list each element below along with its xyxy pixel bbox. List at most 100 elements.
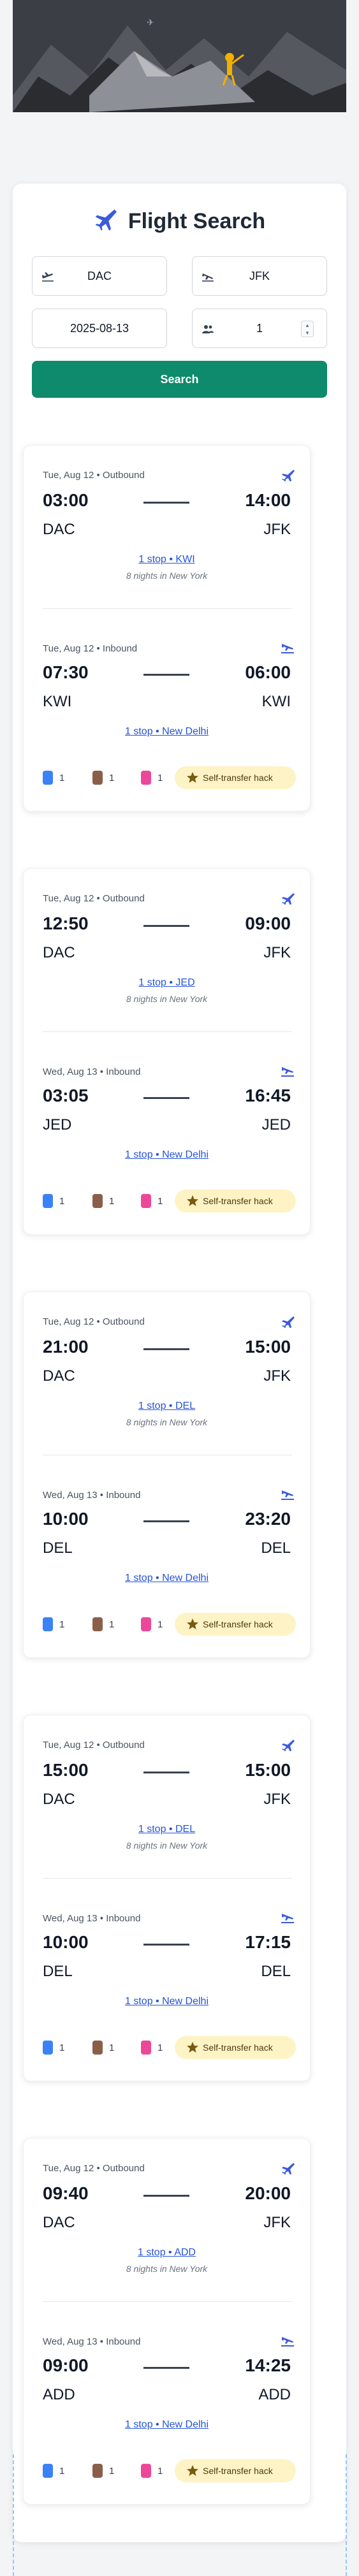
passengers-field[interactable]: 1 ▲ ▼ [192, 309, 327, 348]
takeoff-icon [281, 1738, 295, 1752]
bag-count: 1 [158, 1619, 163, 1630]
search-button[interactable]: Search [32, 361, 327, 398]
inbound-stops-link[interactable]: 1 stop • New Delhi [24, 1149, 310, 1161]
bag-count: 1 [109, 2466, 115, 2477]
checked-bag-icon [141, 1194, 151, 1208]
result-card[interactable]: Tue, Aug 12 • Outbound 09:40 20:00 DAC JFK 1 … [23, 2138, 311, 2505]
bag-count: 1 [109, 2042, 115, 2053]
result-card[interactable]: Tue, Aug 12 • Outbound 12:50 09:00 DAC JFK 1 … [23, 868, 311, 1235]
bag-count: 1 [158, 2466, 163, 2477]
self-transfer-label: Self-transfer hack [203, 2466, 273, 2476]
inbound-arrival-time: 14:25 [245, 2355, 291, 2375]
outbound-arrival-time: 09:00 [245, 913, 291, 933]
from-field[interactable]: DAC [32, 256, 167, 296]
inbound-departure-time: 03:05 [43, 1086, 89, 1105]
outbound-origin: DAC [43, 521, 75, 538]
inbound-arrival-time: 06:00 [245, 662, 291, 682]
personal-item-icon [43, 1617, 53, 1631]
stay-nights: 8 nights in New York [126, 994, 208, 1004]
outbound-label: Tue, Aug 12 • Outbound [43, 1740, 145, 1750]
bag-count: 1 [158, 773, 163, 783]
outbound-destination: JFK [263, 2214, 291, 2231]
personal-item-icon [43, 1194, 53, 1208]
stay-nights: 8 nights in New York [126, 571, 208, 581]
personal-item-icon [43, 2041, 53, 2055]
star-icon [187, 2465, 198, 2476]
outbound-origin: DAC [43, 1367, 75, 1385]
outbound-stops-link[interactable]: 1 stop • KWI [24, 554, 310, 565]
checked-bag-icon [141, 1617, 151, 1631]
duration-dash [143, 1772, 189, 1773]
cabin-bag-icon [92, 1617, 103, 1631]
bag-count: 1 [158, 2042, 163, 2053]
stay-nights: 8 nights in New York [126, 1417, 208, 1427]
inbound-destination: DEL [261, 1539, 291, 1557]
checked-bag-icon [141, 771, 151, 785]
cabin-bag-icon [92, 1194, 103, 1208]
star-icon [187, 772, 198, 783]
outbound-destination: JFK [263, 944, 291, 961]
to-field[interactable]: JFK [192, 256, 327, 296]
self-transfer-badge: Self-transfer hack [175, 2459, 296, 2482]
inbound-departure-time: 09:00 [43, 2355, 89, 2375]
result-card[interactable]: Tue, Aug 12 • Outbound 03:00 14:00 DAC JFK 1 … [23, 445, 311, 811]
checked-bag-icon [141, 2041, 151, 2055]
result-card[interactable]: Tue, Aug 12 • Outbound 15:00 15:00 DAC JFK 1 … [23, 1715, 311, 2081]
landing-icon [281, 1488, 295, 1501]
inbound-destination: KWI [261, 693, 291, 710]
inbound-stops-link[interactable]: 1 stop • New Delhi [24, 1996, 310, 2007]
duration-dash [143, 1944, 189, 1946]
takeoff-icon [281, 1315, 295, 1328]
segment-divider [43, 1878, 292, 1879]
bag-count: 1 [59, 2466, 65, 2477]
date-field[interactable]: 2025-08-13 [32, 309, 167, 348]
duration-dash [143, 502, 189, 504]
self-transfer-label: Self-transfer hack [203, 1619, 273, 1629]
result-card[interactable]: Tue, Aug 12 • Outbound 21:00 15:00 DAC JFK 1 … [23, 1292, 311, 1658]
outbound-arrival-time: 14:00 [245, 490, 291, 510]
outbound-stops-link[interactable]: 1 stop • JED [24, 977, 310, 989]
landing-icon [281, 642, 295, 655]
outbound-destination: JFK [263, 521, 291, 538]
outbound-departure-time: 21:00 [43, 1337, 89, 1357]
inbound-arrival-time: 23:20 [245, 1509, 291, 1529]
inbound-destination: JED [261, 1116, 291, 1133]
inbound-label: Wed, Aug 13 • Inbound [43, 1490, 141, 1501]
landing-icon [281, 2335, 295, 2348]
stay-nights: 8 nights in New York [126, 1840, 208, 1851]
inbound-origin: KWI [43, 693, 72, 710]
inbound-stops-link[interactable]: 1 stop • New Delhi [24, 726, 310, 738]
frame-guide-right [346, 2454, 347, 2576]
checked-bag-icon [141, 2464, 151, 2478]
outbound-stops-link[interactable]: 1 stop • ADD [24, 2247, 310, 2259]
inbound-stops-link[interactable]: 1 stop • New Delhi [24, 2419, 310, 2431]
inbound-destination: DEL [261, 1963, 291, 1980]
duration-dash [143, 925, 189, 927]
inbound-label: Wed, Aug 13 • Inbound [43, 1913, 141, 1924]
airplane-icon [95, 209, 117, 231]
outbound-origin: DAC [43, 1791, 75, 1808]
bag-count: 1 [59, 1196, 65, 1207]
outbound-departure-time: 03:00 [43, 490, 89, 510]
inbound-stops-link[interactable]: 1 stop • New Delhi [24, 1573, 310, 1584]
self-transfer-badge: Self-transfer hack [175, 1613, 296, 1636]
cabin-bag-icon [92, 771, 103, 785]
segment-divider [43, 608, 292, 609]
personal-item-icon [43, 2464, 53, 2478]
stay-nights: 8 nights in New York [126, 2264, 208, 2274]
inbound-origin: DEL [43, 1539, 73, 1557]
outbound-stops-link[interactable]: 1 stop • DEL [24, 1824, 310, 1835]
passengers-stepper[interactable]: ▲ ▼ [301, 321, 314, 337]
inbound-destination: ADD [258, 2386, 291, 2403]
takeoff-icon [281, 469, 295, 482]
outbound-origin: DAC [43, 2214, 75, 2231]
bag-count: 1 [109, 1619, 115, 1630]
inbound-departure-time: 10:00 [43, 1509, 89, 1529]
takeoff-icon [281, 892, 295, 905]
outbound-stops-link[interactable]: 1 stop • DEL [24, 1401, 310, 1412]
inbound-label: Tue, Aug 12 • Inbound [43, 643, 138, 654]
inbound-origin: JED [43, 1116, 72, 1133]
duration-dash [143, 674, 189, 676]
takeoff-icon [281, 2162, 295, 2175]
segment-divider [43, 1031, 292, 1032]
